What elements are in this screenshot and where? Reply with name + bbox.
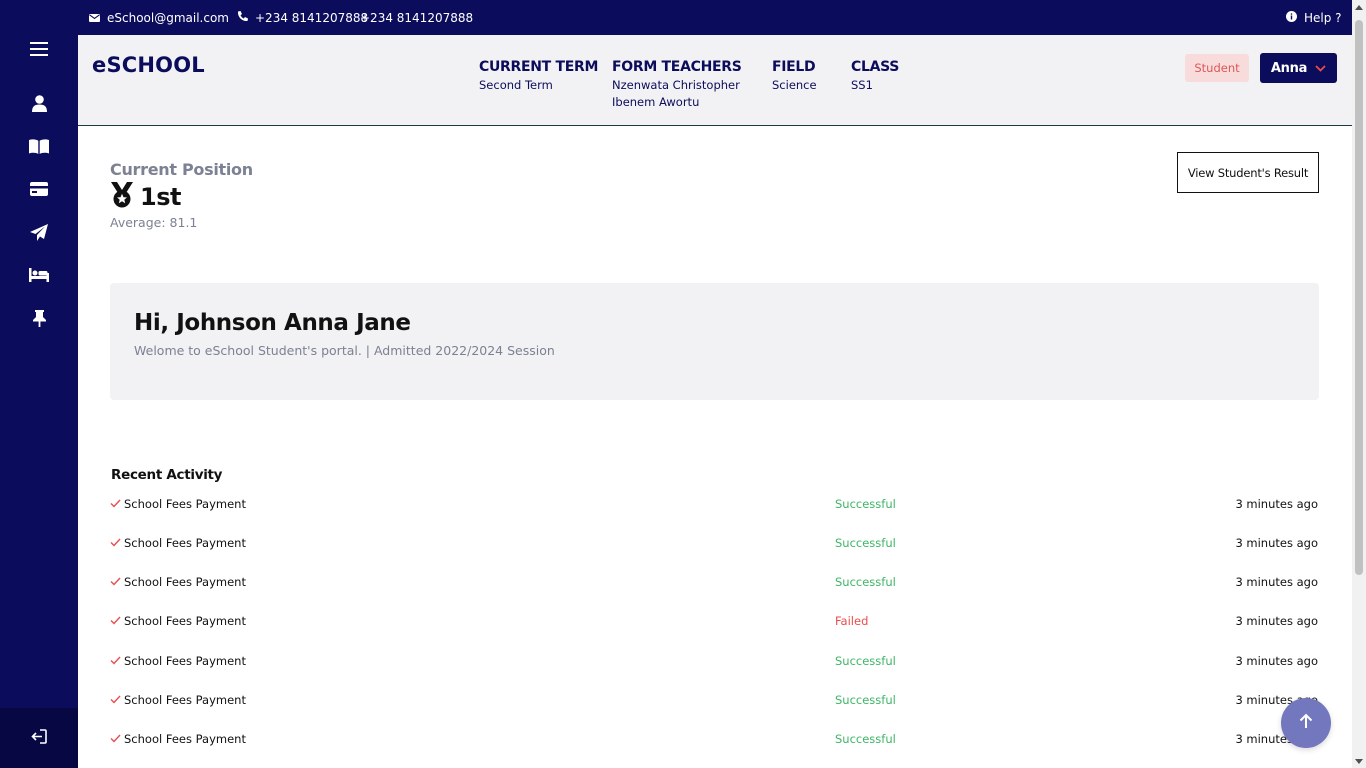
top-info-bar: eSchool@gmail.com +234 8141207888 +234 8… — [78, 0, 1352, 35]
class-value: SS1 — [851, 78, 873, 92]
average-label: Average: — [110, 215, 166, 230]
phone-icon — [237, 10, 248, 25]
help-link[interactable]: Help ? — [1286, 0, 1342, 35]
phone-text-2: +234 8141207888 — [360, 10, 474, 25]
check-icon — [110, 732, 121, 746]
activity-label: School Fees Payment — [110, 693, 246, 707]
scroll-up-arrow-icon[interactable] — [1355, 3, 1363, 11]
current-position-label: Current Position — [110, 160, 253, 179]
activity-label: School Fees Payment — [110, 575, 246, 589]
class-title: CLASS — [851, 59, 900, 75]
activity-label: School Fees Payment — [110, 614, 246, 628]
activity-time: 3 minutes ago — [1235, 536, 1318, 550]
phone-text-1: +234 8141207888 — [255, 10, 369, 25]
activity-time: 3 minutes ago — [1235, 575, 1318, 589]
field-value: Science — [772, 78, 817, 92]
activity-label: School Fees Payment — [110, 536, 246, 550]
activity-text: School Fees Payment — [124, 654, 246, 668]
form-teacher-2: Ibenem Awortu — [612, 95, 700, 109]
menu-icon[interactable] — [27, 37, 51, 61]
page-header: eSCHOOL CURRENT TERM Second Term FORM TE… — [78, 35, 1352, 126]
info-icon — [1286, 10, 1297, 25]
position-value: 1st — [140, 183, 181, 211]
activity-text: School Fees Payment — [124, 575, 246, 589]
list-item[interactable]: School Fees Payment Failed 3 minutes ago — [110, 614, 1319, 634]
form-teacher-1: Nzenwata Christopher — [612, 78, 740, 92]
activity-label: School Fees Payment — [110, 654, 246, 668]
paper-plane-icon[interactable] — [27, 220, 51, 244]
user-icon[interactable] — [27, 91, 51, 115]
activity-time: 3 minutes ago — [1235, 654, 1318, 668]
activity-status: Successful — [835, 732, 896, 746]
role-badge: Student — [1185, 54, 1249, 82]
check-icon — [110, 614, 121, 628]
check-icon — [110, 654, 121, 668]
activity-time: 3 minutes ago — [1235, 614, 1318, 628]
user-name: Anna — [1270, 60, 1308, 76]
medal-icon — [110, 182, 134, 212]
field-title: FIELD — [772, 59, 816, 75]
activity-text: School Fees Payment — [124, 497, 246, 511]
list-item[interactable]: School Fees Payment Successful 3 minutes… — [110, 732, 1319, 752]
current-position: 1st — [110, 182, 181, 212]
page-scrollbar[interactable] — [1352, 0, 1366, 768]
check-icon — [110, 536, 121, 550]
scroll-to-top-button[interactable] — [1281, 698, 1331, 748]
activity-text: School Fees Payment — [124, 732, 246, 746]
welcome-card: Hi, Johnson Anna Jane Welome to eSchool … — [110, 283, 1319, 400]
average: Average: 81.1 — [110, 215, 197, 230]
help-text: Help ? — [1304, 10, 1342, 25]
activity-text: School Fees Payment — [124, 614, 246, 628]
sidebar — [0, 0, 78, 768]
check-icon — [110, 693, 121, 707]
check-icon — [110, 575, 121, 589]
list-item[interactable]: School Fees Payment Successful 3 minutes… — [110, 693, 1319, 713]
book-icon[interactable] — [27, 134, 51, 158]
current-term-value: Second Term — [479, 78, 553, 92]
recent-activity-title: Recent Activity — [111, 467, 223, 483]
bed-icon[interactable] — [27, 263, 51, 287]
activity-text: School Fees Payment — [124, 693, 246, 707]
average-value: 81.1 — [169, 215, 198, 230]
activity-label: School Fees Payment — [110, 732, 246, 746]
current-term-title: CURRENT TERM — [479, 59, 599, 75]
email-text: eSchool@gmail.com — [107, 10, 229, 25]
credit-card-icon[interactable] — [27, 177, 51, 201]
check-icon — [110, 497, 121, 511]
list-item[interactable]: School Fees Payment Successful 3 minutes… — [110, 654, 1319, 674]
activity-status: Successful — [835, 654, 896, 668]
logout-button[interactable] — [0, 708, 78, 768]
list-item[interactable]: School Fees Payment Successful 3 minutes… — [110, 575, 1319, 595]
arrow-up-icon — [1299, 713, 1313, 733]
contact-phone-2[interactable]: +234 8141207888 — [360, 0, 473, 35]
activity-status: Failed — [835, 614, 869, 628]
list-item[interactable]: School Fees Payment Successful 3 minutes… — [110, 497, 1319, 517]
welcome-subtitle: Welome to eSchool Student's portal. | Ad… — [134, 343, 555, 358]
activity-status: Successful — [835, 497, 896, 511]
class-block: CLASS SS1 — [851, 59, 899, 94]
logout-icon — [31, 728, 47, 748]
current-term-block: CURRENT TERM Second Term — [479, 59, 598, 94]
brand-logo[interactable]: eSCHOOL — [92, 53, 205, 77]
form-teachers-title: FORM TEACHERS — [612, 59, 742, 75]
field-block: FIELD Science — [772, 59, 817, 94]
activity-status: Successful — [835, 536, 896, 550]
form-teachers-block: FORM TEACHERS Nzenwata Christopher Ibene… — [612, 59, 742, 111]
envelope-icon — [89, 11, 100, 25]
activity-status: Successful — [835, 693, 896, 707]
contact-phone[interactable]: +234 8141207888 — [237, 0, 368, 35]
scroll-down-arrow-icon[interactable] — [1355, 757, 1363, 765]
activity-label: School Fees Payment — [110, 497, 246, 511]
activity-text: School Fees Payment — [124, 536, 246, 550]
view-result-button[interactable]: View Student's Result — [1177, 152, 1319, 193]
list-item[interactable]: School Fees Payment Successful 3 minutes… — [110, 536, 1319, 556]
pin-icon[interactable] — [27, 306, 51, 330]
scrollbar-thumb[interactable] — [1355, 20, 1363, 575]
activity-time: 3 minutes ago — [1235, 497, 1318, 511]
contact-email[interactable]: eSchool@gmail.com — [89, 0, 229, 35]
welcome-title: Hi, Johnson Anna Jane — [134, 310, 411, 336]
chevron-down-icon — [1315, 61, 1326, 76]
user-menu-button[interactable]: Anna — [1260, 53, 1337, 83]
activity-status: Successful — [835, 575, 896, 589]
